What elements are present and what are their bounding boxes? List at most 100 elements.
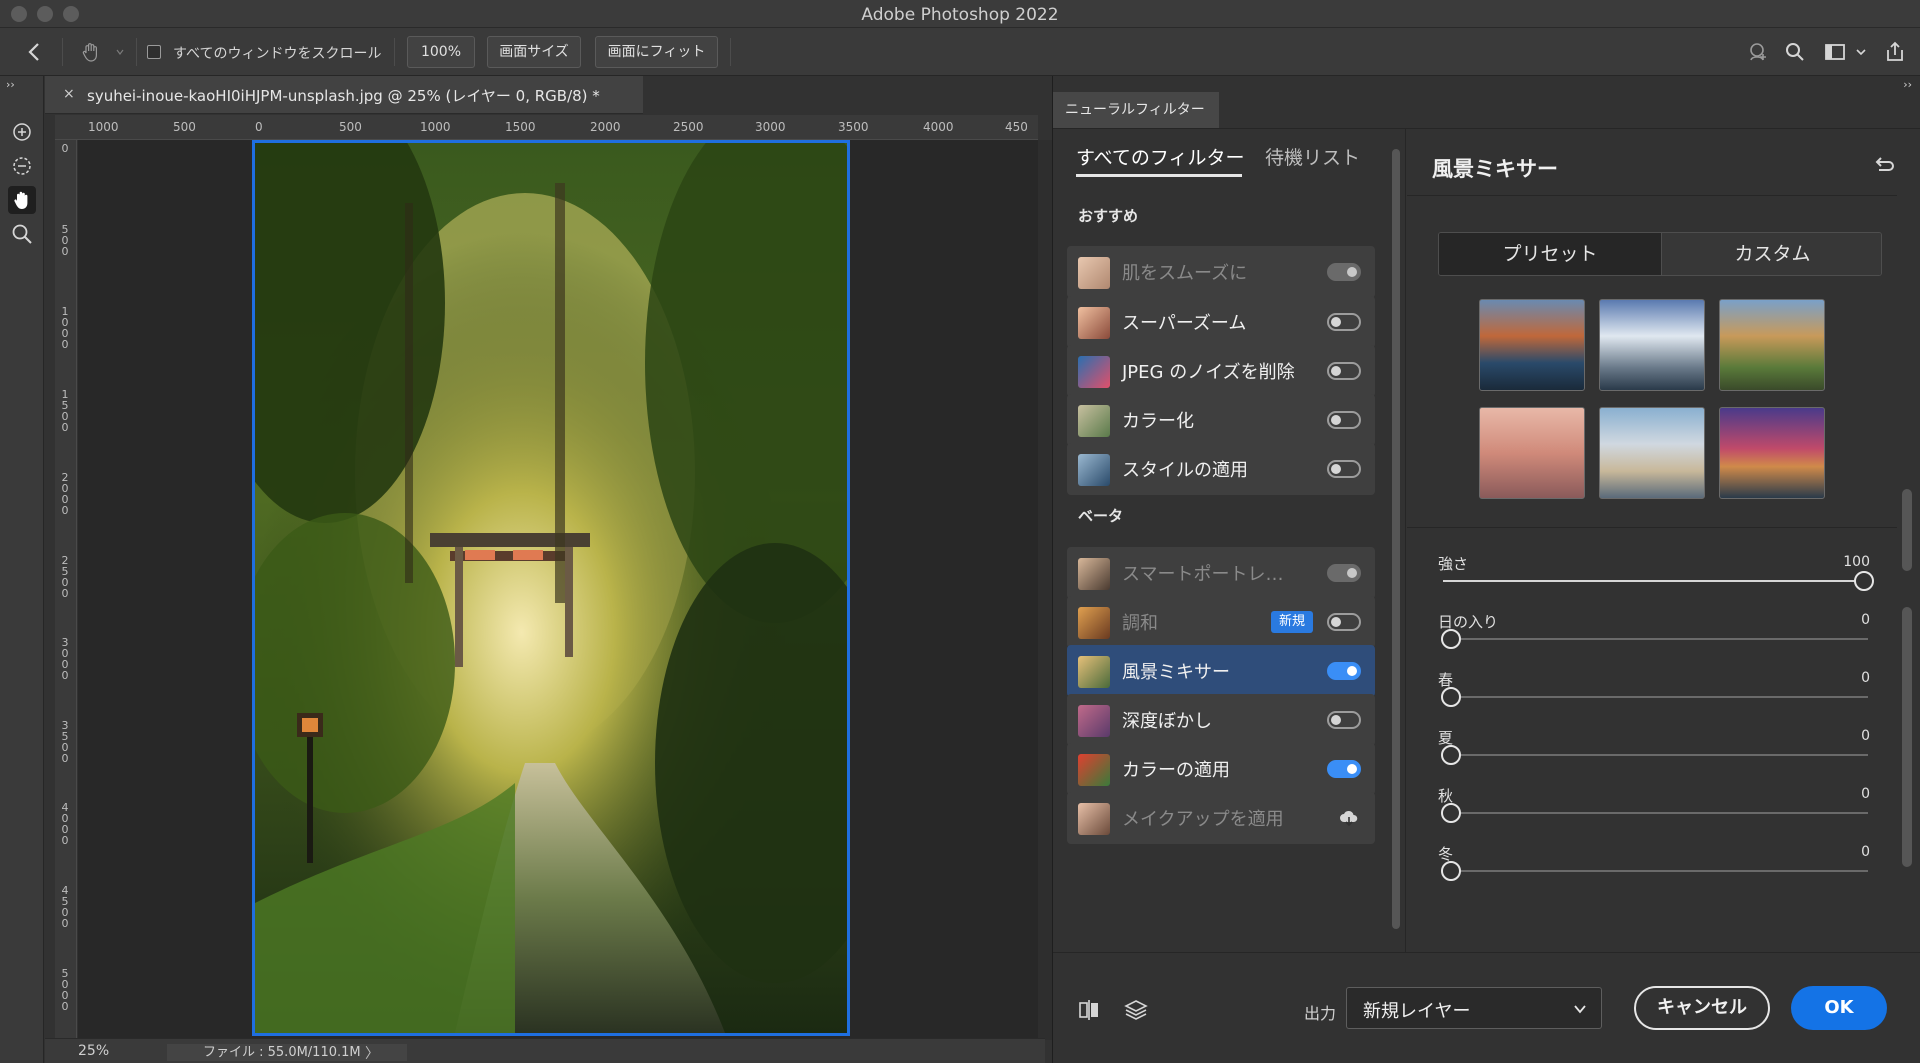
slider-track[interactable] [1443, 812, 1868, 814]
filter-style-transfer[interactable]: スタイルの適用 [1067, 443, 1375, 495]
filter-label: JPEG のノイズを削除 [1122, 362, 1295, 383]
filter-makeup-transfer[interactable]: メイクアップを適用 [1067, 792, 1375, 844]
ruler-label: 500 [61, 223, 69, 258]
slider-track[interactable] [1443, 870, 1868, 872]
share-icon[interactable] [1884, 41, 1906, 63]
preset-thumbnail-autumn-lake[interactable] [1479, 299, 1585, 391]
zoom-out-icon [13, 157, 31, 175]
filter-toggle[interactable] [1327, 460, 1361, 478]
hand-tool[interactable] [8, 186, 36, 214]
slider-track[interactable] [1443, 696, 1868, 698]
filter-toggle[interactable] [1327, 613, 1361, 631]
filter-depth-blur[interactable]: 深度ぼかし [1067, 694, 1375, 746]
zoom-100-button[interactable]: 100% [407, 36, 475, 68]
filter-color-transfer[interactable]: カラーの適用 [1067, 743, 1375, 795]
close-document-icon[interactable]: × [63, 86, 75, 102]
preset-thumbnail-beach[interactable] [1599, 407, 1705, 499]
tab-all-filters[interactable]: すべてのフィルター [1076, 143, 1245, 170]
fill-screen-button[interactable]: 画面サイズ [487, 36, 581, 68]
slider-track[interactable] [1443, 580, 1868, 582]
collapse-panel-icon[interactable]: ›› [1903, 78, 1912, 91]
filter-landscape-mixer[interactable]: 風景ミキサー [1067, 645, 1375, 697]
status-menu-arrow[interactable]: 〉 [365, 1043, 379, 1063]
workspace-icon[interactable] [1824, 41, 1846, 63]
filter-smart-portrait[interactable]: スマートポートレ… [1067, 547, 1375, 599]
filter-label: スタイルの適用 [1122, 460, 1248, 481]
layers-icon[interactable] [1123, 997, 1149, 1023]
filter-super-zoom[interactable]: スーパーズーム [1067, 296, 1375, 348]
jpeg-artifacts-thumbnail [1078, 356, 1110, 388]
ruler-label: 3500 [61, 719, 69, 765]
slider-handle[interactable] [1441, 803, 1461, 823]
filter-toggle[interactable] [1327, 263, 1361, 281]
filter-toggle[interactable] [1327, 564, 1361, 582]
chevron-down-icon[interactable] [116, 48, 124, 56]
ok-button[interactable]: OK [1791, 986, 1887, 1030]
compare-icon[interactable] [1076, 997, 1102, 1023]
filter-colorize[interactable]: カラー化 [1067, 394, 1375, 446]
filter-toggle[interactable] [1327, 760, 1361, 778]
neural-filters-tab[interactable]: ニューラルフィルター [1053, 92, 1219, 128]
preset-thumbnail-valley[interactable] [1719, 299, 1825, 391]
title-bar: Adobe Photoshop 2022 [0, 0, 1920, 28]
slider-handle[interactable] [1854, 571, 1874, 591]
cloud-document-icon[interactable] [1747, 41, 1769, 63]
slider-handle[interactable] [1441, 629, 1461, 649]
status-bar: 25% ファイル : 55.0M/110.1M 〉 [45, 1038, 1045, 1063]
segment-presets[interactable]: プリセット [1439, 233, 1661, 275]
back-icon[interactable] [24, 41, 46, 63]
filter-skin-smoothing[interactable]: 肌をスムーズに [1067, 246, 1375, 298]
search-icon[interactable] [1784, 41, 1806, 63]
filter-label: 風景ミキサー [1122, 662, 1230, 683]
filter-toggle[interactable] [1327, 362, 1361, 380]
ruler-label: 1000 [420, 120, 451, 134]
slider-handle[interactable] [1441, 687, 1461, 707]
horizontal-ruler: 1000 500 0 500 1000 1500 2000 2500 3000 … [55, 115, 1038, 140]
settings-scrollbar[interactable] [1902, 607, 1912, 867]
chevron-down-icon[interactable] [1855, 41, 1867, 63]
hand-tool-icon[interactable] [80, 41, 102, 63]
filter-jpeg-artifacts[interactable]: JPEG のノイズを削除 [1067, 345, 1375, 397]
cancel-button[interactable]: キャンセル [1634, 986, 1770, 1030]
zoom-out-tool[interactable] [8, 152, 36, 180]
document-tab[interactable]: × syuhei-inoue-kaoHI0iHJPM-unsplash.jpg … [45, 76, 643, 114]
filter-toggle[interactable] [1327, 411, 1361, 429]
ruler-label: 2000 [61, 471, 69, 517]
filter-toggle[interactable] [1327, 662, 1361, 680]
preset-scrollbar[interactable] [1902, 489, 1912, 571]
cloud-download-icon[interactable] [1339, 808, 1359, 828]
preset-thumbnail-snow-mountain[interactable] [1599, 299, 1705, 391]
filter-toggle[interactable] [1327, 313, 1361, 331]
depth-blur-thumbnail [1078, 705, 1110, 737]
segment-custom[interactable]: カスタム [1661, 233, 1881, 275]
filter-label: スーパーズーム [1122, 313, 1247, 334]
filter-toggle[interactable] [1327, 711, 1361, 729]
slider-handle[interactable] [1441, 745, 1461, 765]
slider-handle[interactable] [1441, 861, 1461, 881]
zoom-in-icon [13, 123, 31, 141]
filter-harmonization[interactable]: 調和 新規 [1067, 596, 1375, 648]
preset-thumbnail-pink-mist[interactable] [1479, 407, 1585, 499]
output-select[interactable]: 新規レイヤー [1346, 987, 1602, 1029]
slider-label: 強さ [1438, 555, 1469, 573]
zoom-tool[interactable] [8, 220, 36, 248]
divider [136, 38, 137, 66]
collapse-toolbar-icon[interactable]: ›› [6, 78, 15, 91]
document-image[interactable] [252, 140, 850, 1036]
scroll-all-windows-checkbox[interactable] [147, 45, 161, 59]
filter-list-scrollbar[interactable] [1392, 149, 1400, 929]
document-scrollbar[interactable] [1038, 140, 1052, 1040]
tab-wait-list[interactable]: 待機リスト [1265, 143, 1360, 170]
section-featured: おすすめ [1078, 207, 1139, 225]
preset-thumbnail-sunset-peak[interactable] [1719, 407, 1825, 499]
slider-track[interactable] [1443, 638, 1868, 640]
zoom-in-tool[interactable] [8, 118, 36, 146]
skin-smoothing-thumbnail [1078, 257, 1110, 289]
section-beta: ベータ [1078, 507, 1124, 525]
fit-screen-button[interactable]: 画面にフィット [595, 36, 718, 68]
zoom-level[interactable]: 25% [78, 1043, 109, 1059]
output-label: 出力 [1304, 1004, 1337, 1023]
slider-value: 0 [1861, 844, 1870, 860]
slider-track[interactable] [1443, 754, 1868, 756]
reset-icon[interactable] [1872, 153, 1896, 177]
